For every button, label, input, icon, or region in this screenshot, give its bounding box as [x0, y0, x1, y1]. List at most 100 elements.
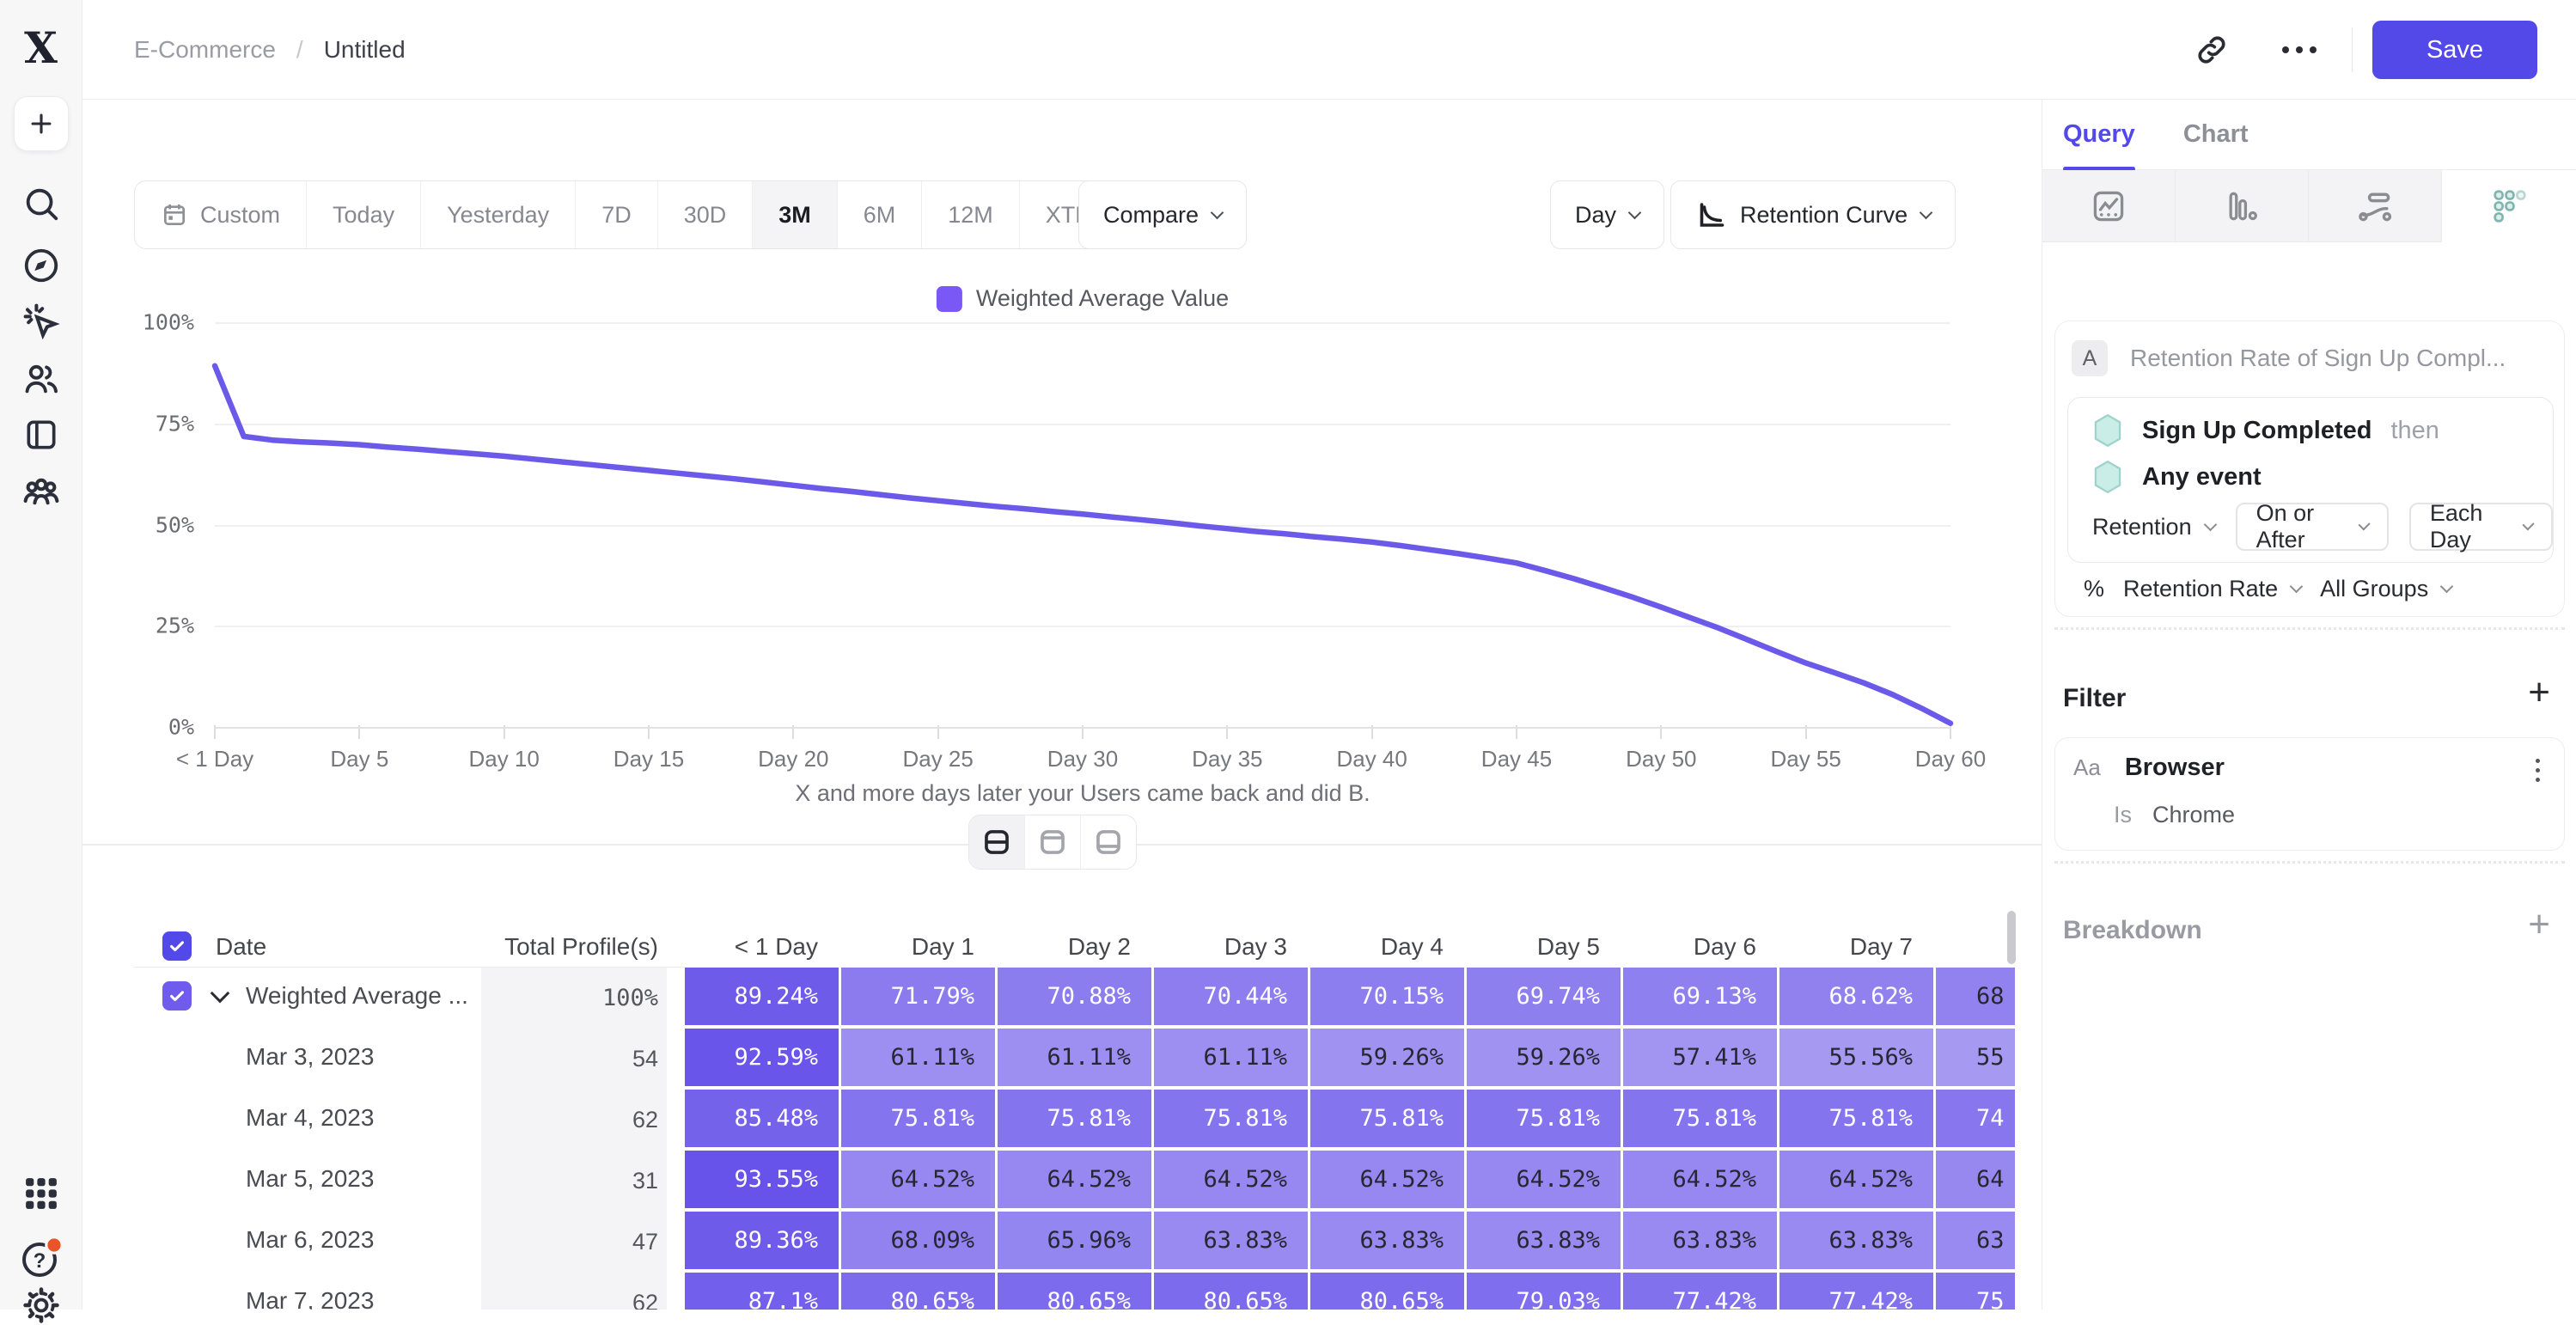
chevron-down-icon [1628, 205, 1642, 219]
groups-dropdown[interactable]: All Groups [2320, 576, 2451, 602]
split-view-icon [982, 827, 1011, 857]
add-filter-button[interactable]: + [2528, 674, 2550, 711]
bucket-label: Each Day [2430, 500, 2511, 553]
chart-type-dropdown[interactable]: Retention Curve [1670, 180, 1956, 249]
x-axis-tick: Day 25 [902, 746, 973, 772]
column-header-day: Day 7 [1779, 928, 1933, 966]
event-step-1[interactable]: Sign Up Completed then [2092, 413, 2439, 448]
drop-zone-line [2054, 861, 2565, 864]
retention-cell: 70.44% [1154, 968, 1308, 1025]
bar-chart-tab[interactable] [2176, 170, 2309, 242]
expand-chevron-icon[interactable] [211, 984, 230, 1004]
compare-button[interactable]: Compare [1078, 180, 1247, 249]
events-cursor-icon[interactable] [21, 301, 62, 342]
x-axis-tick: Day 40 [1336, 746, 1407, 772]
event-step-2[interactable]: Any event [2092, 460, 2262, 494]
create-new-button[interactable] [14, 96, 69, 151]
column-header-day: Day 6 [1623, 928, 1777, 966]
retention-cell: 70.15% [1310, 968, 1464, 1025]
tab-query[interactable]: Query [2063, 100, 2135, 169]
range-30d[interactable]: 30D [657, 181, 753, 248]
retention-cell: 63.83% [1467, 1212, 1621, 1269]
svg-text:?: ? [33, 1249, 46, 1273]
range-3m[interactable]: 3M [752, 181, 837, 248]
retention-cell: 80.65% [998, 1273, 1151, 1310]
retention-cell: 80.65% [1310, 1273, 1464, 1310]
retention-cell: 64.52% [1779, 1151, 1933, 1208]
x-axis-tick: Day 35 [1192, 746, 1262, 772]
event-name: Any event [2142, 463, 2262, 492]
x-axis-line [215, 727, 1950, 729]
retention-grid-tab[interactable] [2442, 170, 2576, 242]
view-table-only-button[interactable] [1080, 815, 1136, 869]
table-row: Mar 5, 20233193.55%64.52%64.52%64.52%64.… [134, 1151, 2015, 1212]
range-today[interactable]: Today [306, 181, 420, 248]
add-breakdown-button[interactable]: + [2528, 906, 2550, 943]
flow-chart-tab[interactable] [2309, 170, 2442, 242]
retention-cell: 61.11% [841, 1029, 995, 1086]
chart-kind-tabs [2042, 170, 2576, 242]
retention-bucket-dropdown[interactable]: Each Day [2409, 503, 2553, 551]
settings-gear-icon[interactable] [21, 1285, 61, 1325]
chart-legend[interactable]: Weighted Average Value [937, 285, 1229, 312]
users-icon[interactable] [21, 359, 61, 399]
retention-cell: 89.24% [685, 968, 839, 1025]
breadcrumb-separator: / [296, 36, 303, 64]
line-chart-tab[interactable] [2042, 170, 2176, 242]
filter-value: Chrome [2152, 802, 2235, 828]
retention-cell: 89.36% [685, 1212, 839, 1269]
range-custom[interactable]: Custom [135, 181, 306, 248]
explore-compass-icon[interactable] [21, 246, 61, 285]
breadcrumb-current[interactable]: Untitled [324, 36, 406, 64]
view-split-button[interactable] [969, 815, 1024, 869]
cohorts-icon[interactable] [21, 471, 62, 512]
x-axis-tick: Day 15 [613, 746, 684, 772]
group-badge: A [2072, 340, 2108, 376]
granularity-dropdown[interactable]: Day [1550, 180, 1664, 249]
retention-mode-dropdown[interactable]: Retention [2092, 514, 2215, 540]
retention-cell: 63.83% [1779, 1212, 1933, 1269]
filter-card[interactable]: Aa Browser Is Chrome [2054, 737, 2565, 851]
filter-value-row: Is Chrome [2114, 802, 2235, 828]
select-all-checkbox[interactable] [162, 931, 192, 961]
view-chart-only-button[interactable] [1024, 815, 1080, 869]
range-7d[interactable]: 7D [575, 181, 657, 248]
chevron-down-icon [2203, 517, 2217, 531]
retention-cell: 77.42% [1779, 1273, 1933, 1310]
range-12m[interactable]: 12M [921, 181, 1019, 248]
range-label: Yesterday [447, 202, 549, 229]
apps-grid-icon[interactable] [21, 1174, 61, 1213]
save-button[interactable]: Save [2372, 21, 2537, 79]
event-suffix: then [2390, 417, 2439, 445]
filter-operator: Is [2114, 802, 2132, 828]
more-options-button[interactable] [2272, 21, 2327, 79]
row-checkbox[interactable] [162, 981, 192, 1011]
copy-link-button[interactable] [2186, 21, 2237, 79]
retention-operator-dropdown[interactable]: On or After [2236, 503, 2389, 551]
measure-label: Retention Rate [2123, 576, 2278, 602]
y-axis-tick: 100% [82, 310, 194, 335]
top-pane-icon [1038, 827, 1067, 857]
retention-cell: 77.42% [1623, 1273, 1777, 1310]
tab-chart[interactable]: Chart [2183, 100, 2249, 169]
retention-cell: 63.83% [1154, 1212, 1308, 1269]
retention-cell: 59.26% [1467, 1029, 1621, 1086]
measure-dropdown[interactable]: Retention Rate [2123, 576, 2301, 602]
x-axis-tick: Day 60 [1915, 746, 1986, 772]
range-label: 7D [601, 202, 632, 229]
help-icon[interactable]: ? [17, 1234, 65, 1282]
range-yesterday[interactable]: Yesterday [420, 181, 575, 248]
search-icon[interactable] [21, 184, 61, 223]
range-6m[interactable]: 6M [837, 181, 922, 248]
retention-cell-clipped: 55 [1936, 1029, 2015, 1086]
boards-icon[interactable] [22, 416, 60, 454]
range-label: 30D [684, 202, 727, 229]
breadcrumb: E-Commerce / Untitled [134, 0, 406, 100]
retention-cell: 64.52% [1154, 1151, 1308, 1208]
breadcrumb-parent[interactable]: E-Commerce [134, 36, 276, 64]
filter-kebab-menu[interactable] [2536, 759, 2540, 782]
table-scrollbar-thumb[interactable] [2007, 911, 2016, 964]
total-profiles-cell: 62 [481, 1090, 667, 1151]
retention-config-row: Retention On or After Each Day [2092, 503, 2553, 551]
query-group-title[interactable]: Retention Rate of Sign Up Compl... [2130, 345, 2506, 372]
